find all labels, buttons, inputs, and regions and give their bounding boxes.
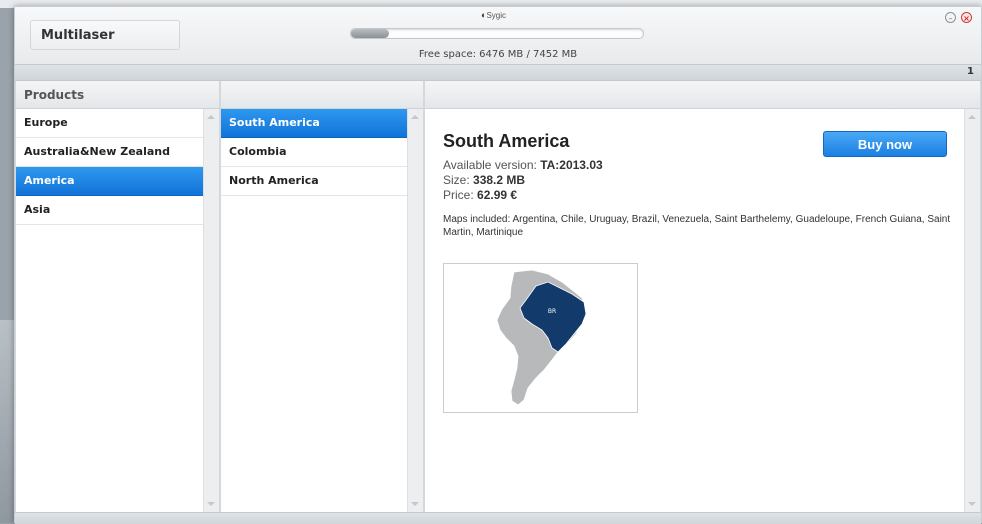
price-row: Price: 62.99 € xyxy=(443,188,953,203)
storage-progress-bar xyxy=(350,28,644,39)
product-item-america[interactable]: America xyxy=(16,167,203,196)
scroll-up-icon[interactable] xyxy=(411,115,419,119)
region-map: BR xyxy=(443,263,638,413)
product-item-europe[interactable]: Europe xyxy=(16,109,203,138)
products-scrollbar[interactable] xyxy=(203,109,219,512)
regions-list: South America Colombia North America xyxy=(221,109,423,196)
brand-logo: ◐Sygic xyxy=(481,10,506,20)
detail-scrollbar[interactable] xyxy=(964,109,980,512)
size-value: 338.2 MB xyxy=(473,173,526,187)
products-column: Products Europe Australia&New Zealand Am… xyxy=(15,81,220,512)
product-meta: Available version: TA:2013.03 Size: 338.… xyxy=(443,158,953,203)
scroll-up-icon[interactable] xyxy=(207,115,215,119)
price-value: 62.99 € xyxy=(477,188,518,202)
scroll-up-icon[interactable] xyxy=(968,115,976,119)
detail-column: South America Available version: TA:2013… xyxy=(424,81,981,512)
page-number[interactable]: 1 xyxy=(967,66,974,77)
close-icon[interactable]: × xyxy=(961,12,972,23)
scroll-down-icon[interactable] xyxy=(207,502,215,506)
region-item-south-america[interactable]: South America xyxy=(221,109,407,138)
regions-column: South America Colombia North America xyxy=(220,81,424,512)
background-window-fragment xyxy=(0,320,14,523)
size-label: Size: xyxy=(443,173,470,187)
regions-scrollbar[interactable] xyxy=(407,109,423,512)
brand-name: Sygic xyxy=(486,11,506,20)
product-item-australia-new-zealand[interactable]: Australia&New Zealand xyxy=(16,138,203,167)
pagination-strip: 1 xyxy=(15,64,981,81)
price-label: Price: xyxy=(443,188,474,202)
detail-header xyxy=(425,81,980,109)
map-highlight-label: BR xyxy=(548,308,556,315)
scroll-down-icon[interactable] xyxy=(968,502,976,506)
account-button[interactable]: Multilaser xyxy=(30,20,180,50)
app-window: Multilaser ◐Sygic Free space: 6476 MB / … xyxy=(14,6,982,524)
scroll-down-icon[interactable] xyxy=(411,502,419,506)
size-row: Size: 338.2 MB xyxy=(443,173,953,188)
product-item-asia[interactable]: Asia xyxy=(16,196,203,225)
app-header: Multilaser ◐Sygic Free space: 6476 MB / … xyxy=(15,7,981,64)
regions-header xyxy=(221,81,423,109)
minimize-icon[interactable]: – xyxy=(945,12,956,23)
region-item-colombia[interactable]: Colombia xyxy=(221,138,407,167)
maps-included-text: Maps included: Argentina, Chile, Uruguay… xyxy=(443,214,951,238)
products-list: Europe Australia&New Zealand America Asi… xyxy=(16,109,219,225)
south-america-map-icon: BR xyxy=(496,269,587,406)
storage-progress-fill xyxy=(351,29,389,38)
version-value: TA:2013.03 xyxy=(540,158,603,172)
version-label: Available version: xyxy=(443,158,537,172)
version-row: Available version: TA:2013.03 xyxy=(443,158,953,173)
status-bar xyxy=(15,512,981,524)
buy-now-button[interactable]: Buy now xyxy=(823,131,947,157)
free-space-label: Free space: 6476 MB / 7452 MB xyxy=(418,49,578,60)
region-item-north-america[interactable]: North America xyxy=(221,167,407,196)
products-header: Products xyxy=(16,81,219,109)
